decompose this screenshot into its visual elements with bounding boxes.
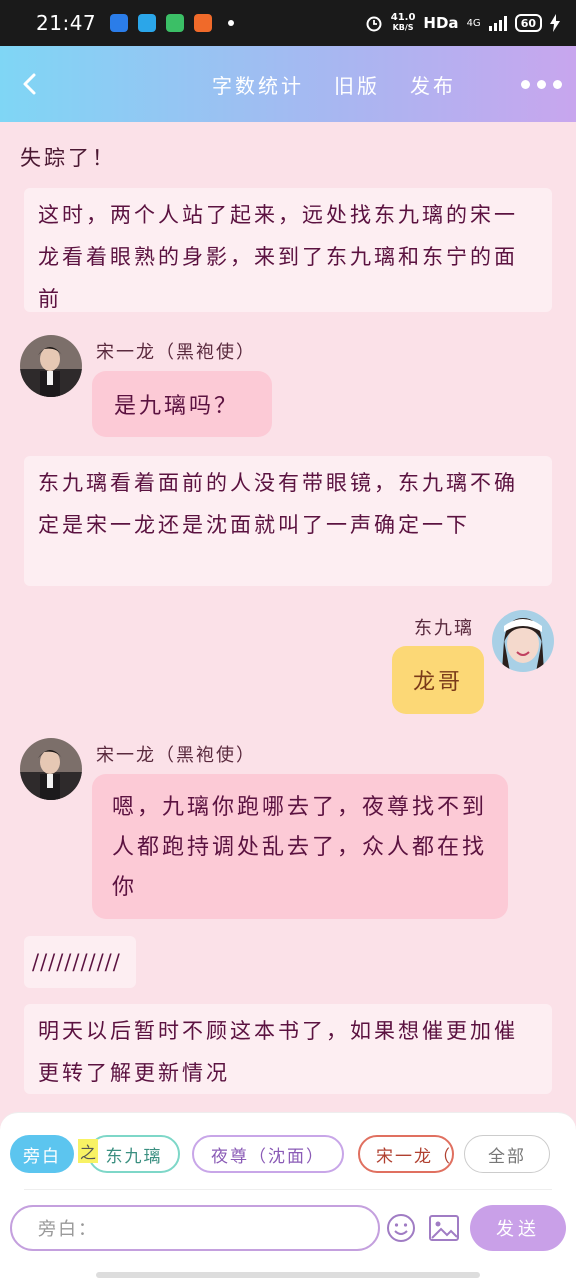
bilibili-icon bbox=[138, 14, 157, 32]
chat-bubble[interactable]: 是九璃吗？ bbox=[92, 371, 272, 437]
narration-block[interactable]: 明天以后暂时不顾这本书了，如果想催更加催更转了解更新情况 bbox=[24, 1004, 552, 1094]
send-button-label: 发送 bbox=[496, 1219, 540, 1240]
emoji-icon[interactable] bbox=[386, 1213, 416, 1243]
message-plain-text: 失踪了！ bbox=[20, 146, 116, 170]
role-chip-label: 全部 bbox=[488, 1146, 526, 1167]
chat-bubble[interactable]: 嗯，九璃你跑哪去了，夜尊找不到人都跑持调处乱去了，众人都在找你 bbox=[92, 774, 508, 919]
avatar[interactable] bbox=[492, 610, 554, 672]
app-header: 字数统计 旧版 发布 bbox=[0, 46, 576, 122]
avatar-image bbox=[492, 610, 554, 672]
alarm-icon bbox=[366, 16, 382, 32]
role-chip-song-yilong[interactable]: 宋一龙（黑 bbox=[358, 1135, 454, 1173]
header-actions: 字数统计 旧版 发布 bbox=[212, 70, 456, 99]
speaker-name: 宋一龙（黑袍使） bbox=[96, 745, 256, 766]
role-chip-label: 东九璃 bbox=[105, 1146, 163, 1167]
chat-bubble-text: 嗯，九璃你跑哪去了，夜尊找不到人都跑持调处乱去了，众人都在找你 bbox=[112, 795, 488, 900]
charging-icon bbox=[550, 14, 560, 32]
role-chip-narrator[interactable]: 旁白 bbox=[10, 1135, 74, 1173]
narration-block[interactable]: 东九璃看着面前的人没有带眼镜，东九璃不确定是宋一龙还是沈面就叫了一声确定一下 bbox=[24, 456, 552, 586]
chat-bubble-text: 龙哥 bbox=[412, 670, 463, 695]
notification-dot-icon bbox=[228, 20, 235, 26]
net-speed-value: 41.0 bbox=[390, 12, 416, 23]
back-arrow-icon[interactable] bbox=[18, 72, 42, 96]
home-indicator[interactable] bbox=[96, 1272, 480, 1278]
app-grid-icon bbox=[194, 14, 213, 32]
chat-bubble-text: 是九璃吗？ bbox=[114, 394, 240, 419]
battery-level: 60 bbox=[520, 16, 536, 30]
video-app-icon bbox=[166, 14, 185, 32]
role-chip-label: 夜尊（沈面） bbox=[211, 1146, 325, 1167]
net-speed: 41.0 KB/S bbox=[391, 13, 416, 33]
role-chip-label: 旁白 bbox=[23, 1146, 61, 1167]
composer-panel: 旁白 东九璃 之 夜尊（沈面） 宋一龙（黑 全部 旁白： 发送 bbox=[0, 1112, 576, 1280]
word-count-button[interactable]: 字数统计 bbox=[212, 70, 304, 99]
role-chip-label: 宋一龙（黑 bbox=[376, 1146, 452, 1167]
speaker-name: 宋一龙（黑袍使） bbox=[96, 342, 256, 363]
role-chip-ye-zun[interactable]: 夜尊（沈面） bbox=[192, 1135, 344, 1173]
hd-indicator: HDa bbox=[423, 14, 459, 32]
role-chip-all[interactable]: 全部 bbox=[464, 1135, 550, 1173]
signal-icon bbox=[488, 15, 507, 31]
avatar[interactable] bbox=[20, 335, 82, 397]
more-options-icon[interactable] bbox=[521, 80, 562, 89]
publish-button[interactable]: 发布 bbox=[410, 70, 456, 99]
qq-icon bbox=[110, 14, 129, 32]
input-placeholder: 旁白： bbox=[38, 1219, 98, 1240]
send-button[interactable]: 发送 bbox=[470, 1205, 566, 1251]
network-type: 4G bbox=[466, 17, 481, 29]
avatar-image bbox=[20, 738, 82, 800]
highlight-marker: 之 bbox=[78, 1139, 99, 1163]
avatar[interactable] bbox=[20, 738, 82, 800]
status-bar: 21:47 41.0 KB/S HDa 4G 60 bbox=[0, 0, 576, 46]
image-icon[interactable] bbox=[428, 1213, 460, 1243]
avatar-image bbox=[20, 335, 82, 397]
narration-block[interactable]: /////////// bbox=[24, 936, 136, 988]
role-chip-dong-jiuli[interactable]: 东九璃 bbox=[88, 1135, 180, 1173]
message-input[interactable]: 旁白： bbox=[10, 1205, 380, 1251]
battery-icon: 60 bbox=[514, 14, 542, 32]
speaker-name: 东九璃 bbox=[414, 618, 474, 639]
chat-bubble[interactable]: 龙哥 bbox=[392, 646, 484, 714]
divider bbox=[24, 1189, 552, 1190]
net-speed-unit: KB/S bbox=[392, 23, 414, 32]
old-version-button[interactable]: 旧版 bbox=[334, 70, 380, 99]
status-time: 21:47 bbox=[36, 11, 97, 35]
narration-block[interactable]: 这时，两个人站了起来，远处找东九璃的宋一龙看着眼熟的身影，来到了东九璃和东宁的面… bbox=[24, 188, 552, 312]
chat-content[interactable]: 失踪了！ 这时，两个人站了起来，远处找东九璃的宋一龙看着眼熟的身影，来到了东九璃… bbox=[0, 122, 576, 1112]
